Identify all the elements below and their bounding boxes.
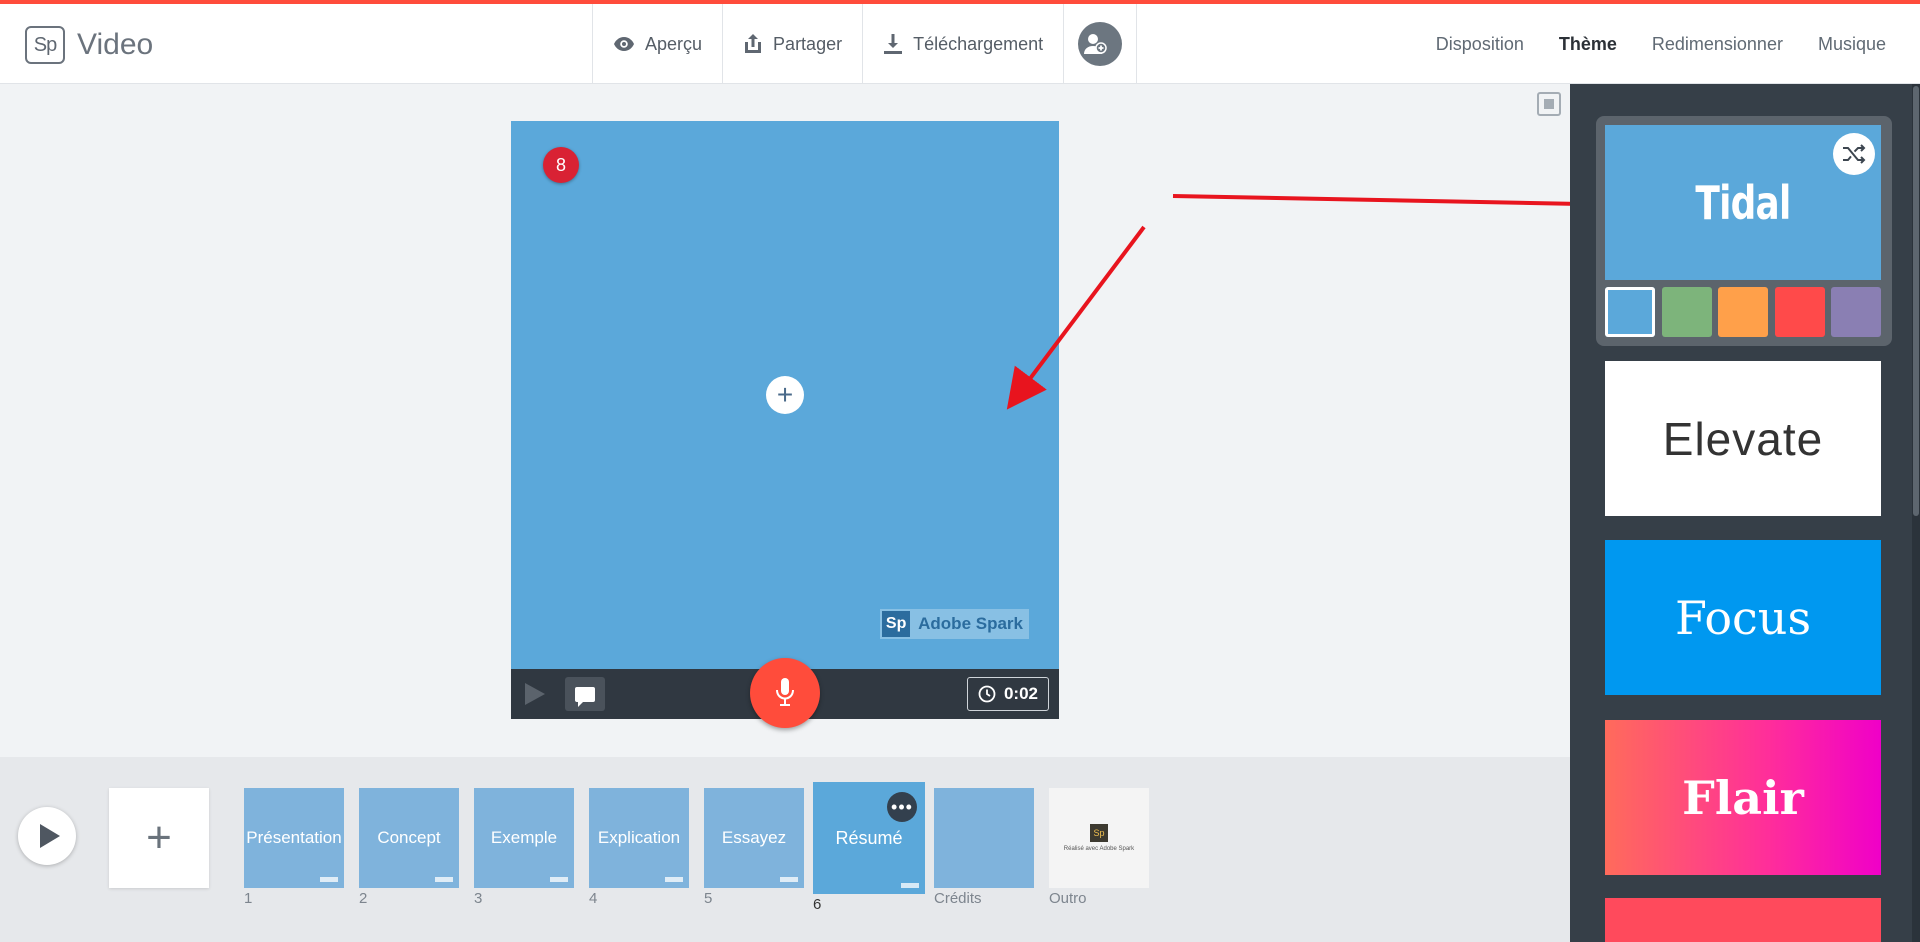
slide-watermark (901, 883, 919, 888)
scrollbar-thumb[interactable] (1913, 86, 1919, 516)
tab-layout[interactable]: Disposition (1436, 34, 1524, 55)
spark-logo-icon: Sp (882, 611, 911, 637)
slide-number: 3 (474, 890, 483, 907)
add-content-button[interactable]: + (766, 376, 804, 414)
record-button[interactable] (750, 658, 820, 728)
theme-card-elevate[interactable]: Elevate (1605, 361, 1881, 516)
shuffle-button[interactable] (1833, 133, 1875, 175)
slide-number-badge: 8 (543, 147, 579, 183)
slide-thumb-3[interactable]: Exemple (474, 788, 574, 888)
slide-thumb-6[interactable]: Résumé ••• (813, 782, 925, 894)
play-all-button[interactable] (18, 807, 76, 865)
fullscreen-icon[interactable] (1537, 92, 1561, 116)
theme-name: Tidal (1695, 175, 1791, 230)
invite-collaborator-button[interactable] (1064, 4, 1138, 84)
tab-music[interactable]: Musique (1818, 34, 1886, 55)
download-label: Téléchargement (913, 33, 1044, 54)
slide-thumb-credits[interactable] (934, 788, 1034, 888)
more-options-button[interactable]: ••• (887, 792, 917, 822)
slide-watermark (320, 877, 338, 882)
slide-thumb-4[interactable]: Explication (589, 788, 689, 888)
slide-watermark (550, 877, 568, 882)
theme-card-focus[interactable]: Focus (1605, 540, 1881, 695)
share-icon (745, 34, 762, 53)
tab-resize[interactable]: Redimensionner (1652, 34, 1783, 55)
swatch-blue[interactable] (1605, 287, 1655, 337)
slide-timeline: + Présentation 1 Concept 2 Exemple 3 Exp… (0, 757, 1570, 942)
slide-number: 6 (813, 896, 822, 913)
theme-name: Flair (1682, 770, 1804, 825)
theme-card-next[interactable] (1605, 898, 1881, 942)
slide-watermark (435, 877, 453, 882)
app-root: Sp Video Aperçu Partager Téléchargement (0, 0, 1920, 942)
panel-scrollbar[interactable] (1912, 84, 1920, 942)
slide-watermark (665, 877, 683, 882)
tab-theme[interactable]: Thème (1559, 34, 1617, 55)
microphone-icon (776, 678, 794, 706)
slide-number: 2 (359, 890, 368, 907)
slide-thumb-2[interactable]: Concept (359, 788, 459, 888)
slide-number: 1 (244, 890, 253, 907)
stage-controls: 0:02 (511, 658, 1059, 728)
preview-label: Aperçu (645, 33, 703, 54)
swatch-orange[interactable] (1718, 287, 1768, 337)
adobe-spark-watermark: Sp Adobe Spark (880, 609, 1029, 639)
theme-card-flair[interactable]: Flair (1605, 720, 1881, 875)
play-icon[interactable] (525, 683, 545, 705)
slide-thumb-5[interactable]: Essayez (704, 788, 804, 888)
color-swatches (1605, 287, 1881, 337)
add-slide-button[interactable]: + (109, 788, 209, 888)
theme-name: Elevate (1662, 412, 1824, 465)
swatch-green[interactable] (1661, 287, 1712, 337)
slide-label: Présentation (246, 828, 342, 847)
duration-value: 0:02 (1003, 684, 1038, 703)
speech-bubble-icon (575, 686, 595, 707)
download-button[interactable]: Téléchargement (863, 4, 1065, 84)
play-icon (39, 824, 60, 848)
slide-label: Résumé (835, 827, 903, 848)
outro-text: Réalisé avec Adobe Spark (1063, 846, 1135, 852)
slide-number: Crédits (934, 890, 982, 907)
swatch-red[interactable] (1774, 287, 1825, 337)
slide-thumb-1[interactable]: Présentation (244, 788, 344, 888)
spark-logo-icon: Sp (25, 26, 65, 64)
arrow-to-theme (1172, 184, 1644, 225)
slide-watermark (780, 877, 798, 882)
eye-icon (614, 37, 634, 51)
spark-logo-icon: Sp (1089, 824, 1108, 842)
theme-panel: Tidal Elevate Focus Flair (1570, 84, 1920, 942)
slide-canvas[interactable]: 8 + Sp Adobe Spark (511, 121, 1059, 669)
add-user-icon (1078, 22, 1123, 66)
theme-name: Focus (1674, 590, 1812, 645)
preview-button[interactable]: Aperçu (593, 4, 724, 84)
download-icon (884, 34, 903, 54)
slide-label: Exemple (490, 828, 558, 847)
slide-number: 4 (589, 890, 598, 907)
slide-number: Outro (1049, 890, 1087, 907)
slide-label: Concept (377, 828, 441, 847)
app-title: Video (77, 28, 154, 61)
share-button[interactable]: Partager (723, 4, 864, 84)
header: Sp Video Aperçu Partager Téléchargement (0, 4, 1920, 84)
slide-thumb-outro[interactable]: Sp Réalisé avec Adobe Spark (1049, 788, 1149, 888)
slide-number: 5 (704, 890, 713, 907)
toolbar: Aperçu Partager Téléchargement (592, 4, 1138, 84)
logo[interactable]: Sp Video (25, 26, 153, 64)
clock-icon (978, 685, 996, 703)
theme-card-tidal[interactable]: Tidal (1605, 125, 1881, 280)
caption-button[interactable] (565, 677, 605, 711)
shuffle-icon (1843, 144, 1866, 164)
watermark-text: Adobe Spark (918, 614, 1023, 633)
swatch-purple[interactable] (1831, 287, 1881, 337)
share-label: Partager (773, 33, 843, 54)
duration-button[interactable]: 0:02 (966, 677, 1049, 711)
side-nav: Disposition Thème Redimensionner Musique (1401, 4, 1886, 84)
slide-label: Explication (597, 828, 681, 847)
slide-label: Essayez (721, 828, 787, 847)
